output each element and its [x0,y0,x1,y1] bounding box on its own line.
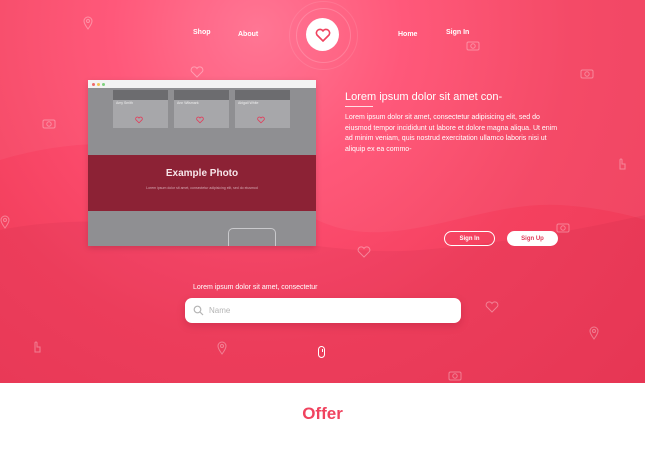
search-box[interactable] [185,298,461,323]
profile-name: Abigail White [238,101,259,105]
heart-icon [257,116,265,124]
location-pin-icon [589,326,599,340]
hero-divider [345,106,373,107]
location-pin-icon [0,215,10,229]
profile-photo [235,90,290,100]
browser-titlebar [88,80,316,88]
profile-card: Ann Wilsmark [174,90,229,128]
example-photo-band [88,155,316,211]
profile-photo [174,90,229,100]
profile-card: Amy Smith [113,90,168,128]
heart-icon [196,116,204,124]
camera-icon [556,223,570,233]
camera-icon [42,119,56,129]
location-pin-icon [217,341,227,355]
heart-logo-icon [315,28,330,42]
nav-home[interactable]: Home [398,31,417,38]
example-photo-text: Lorem ipsum dolor sit amet, consectetur … [146,186,258,190]
hand-pointer-icon [619,158,626,170]
window-minimize-dot [97,82,100,86]
camera-icon [580,69,594,79]
offer-section: Offer [0,383,645,453]
nav-about[interactable]: About [238,31,258,38]
camera-icon [466,41,480,51]
nav-shop[interactable]: Shop [193,29,211,36]
phone-outline [228,228,276,246]
hand-pointer-icon [34,341,41,353]
scroll-wheel [321,349,323,352]
logo[interactable] [306,18,339,51]
heart-icon [485,301,499,313]
window-close-dot [92,82,95,86]
browser-preview: Amy Smith Ann Wilsmark Abigail White Exa… [88,80,316,246]
heart-icon [357,246,371,258]
profile-photo [113,90,168,100]
location-pin-icon [83,16,93,30]
search-icon [193,305,204,316]
hero-text: Lorem ipsum dolor sit amet, consectetur … [345,114,558,153]
window-maximize-dot [102,82,105,86]
browser-content: Amy Smith Ann Wilsmark Abigail White Exa… [88,88,316,246]
signin-button[interactable]: Sign In [444,231,495,246]
scroll-down-icon[interactable] [318,346,325,358]
search-label: Lorem ipsum dolor sit amet, consectetur [193,284,318,291]
hero-section: Shop About Home Sign In Amy Smith Ann Wi… [0,0,645,383]
hero-title: Lorem ipsum dolor sit amet con- [345,91,503,103]
profile-name: Amy Smith [116,101,133,105]
profile-card: Abigail White [235,90,290,128]
heart-icon [135,116,143,124]
example-photo-title: Example Photo [165,168,239,179]
camera-icon [448,371,462,381]
nav-signin[interactable]: Sign In [446,29,469,36]
search-input[interactable] [209,304,449,317]
heart-icon [190,66,204,78]
signup-button[interactable]: Sign Up [507,231,558,246]
profile-name: Ann Wilsmark [177,101,199,105]
offer-title: Offer [302,404,343,423]
